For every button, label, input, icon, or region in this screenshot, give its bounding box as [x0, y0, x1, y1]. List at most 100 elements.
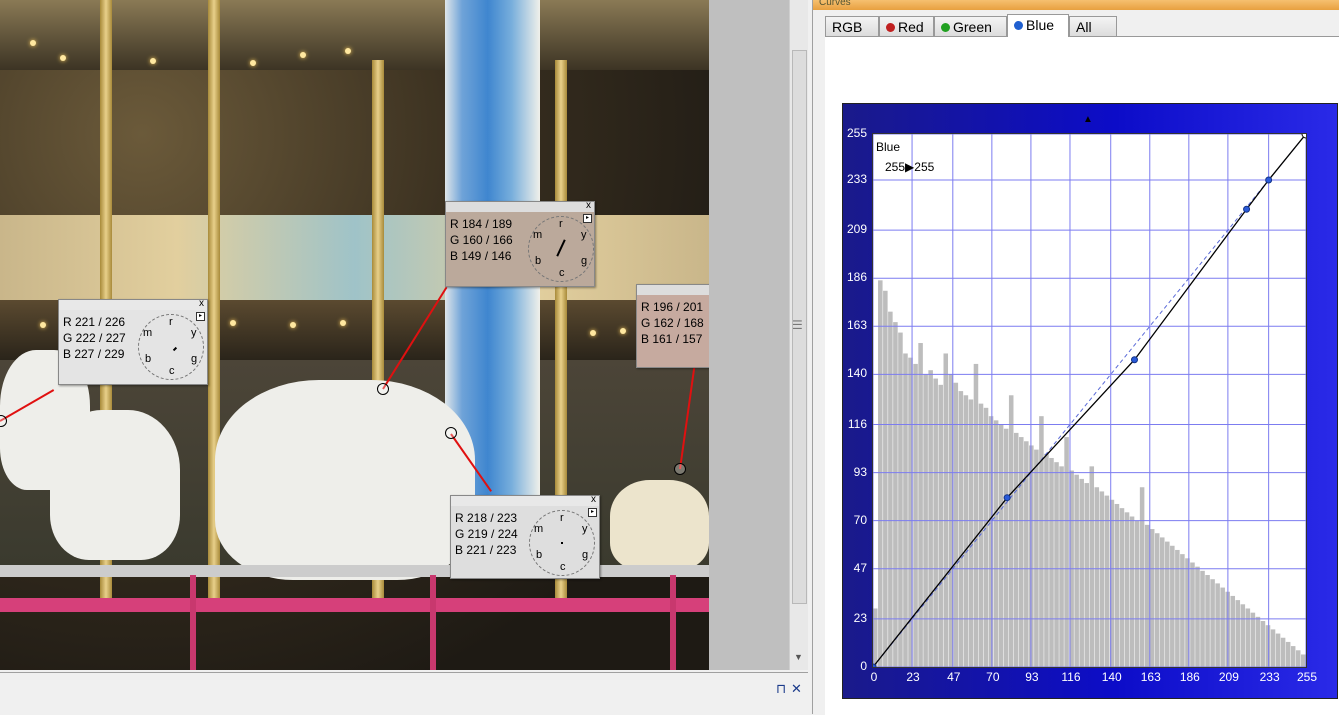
- close-icon[interactable]: x: [586, 200, 591, 212]
- image-canvas[interactable]: x ▸ R 221 / 226 G 222 / 227 B 227 / 229 …: [0, 0, 709, 670]
- color-probe-4[interactable]: x ▸ R 218 / 223 G 219 / 224 B 221 / 223 …: [450, 494, 600, 579]
- close-icon[interactable]: x: [199, 298, 204, 310]
- histogram-bar: [903, 353, 908, 667]
- histogram-bar: [983, 407, 989, 667]
- vertical-scrollbar[interactable]: ▼: [789, 0, 808, 670]
- histogram-bar: [1013, 432, 1019, 667]
- carousel-horse: [610, 480, 709, 570]
- blue-channel-icon: [1014, 21, 1023, 30]
- tab-red[interactable]: Red: [879, 16, 934, 36]
- color-probe-2[interactable]: x ▸ R 184 / 189 G 160 / 166 B 149 / 146 …: [445, 200, 595, 287]
- histogram-bar: [988, 416, 994, 667]
- color-probe-3[interactable]: x ▸ R 196 / 201 G 162 / 168 B 161 / 157 …: [636, 284, 709, 368]
- menu-icon[interactable]: ▸: [196, 312, 205, 321]
- histogram-bar: [1104, 495, 1110, 667]
- histogram-bar: [1124, 512, 1130, 667]
- tab-green[interactable]: Green: [934, 16, 1007, 36]
- y-tick-label: 70: [853, 512, 867, 527]
- histogram-bar: [963, 395, 969, 667]
- hue-dial: ry gc bm: [138, 314, 204, 380]
- curve-control-point[interactable]: [1243, 205, 1251, 213]
- menu-icon[interactable]: ▸: [588, 508, 597, 517]
- histogram-bar: [1079, 478, 1084, 667]
- red-value: R 196 / 201: [641, 300, 704, 314]
- histogram-bar: [998, 424, 1004, 667]
- histogram-bar: [913, 363, 918, 667]
- histogram-bar: [1044, 453, 1049, 667]
- scroll-down-icon[interactable]: ▼: [794, 652, 803, 662]
- histogram-bar: [1275, 633, 1281, 667]
- y-tick-label: 186: [846, 270, 867, 285]
- curve-editor[interactable]: [872, 133, 1307, 668]
- fence-post: [430, 575, 436, 670]
- blue-value: B 221 / 223: [455, 543, 517, 557]
- value-readout: 255▶255: [885, 160, 934, 174]
- histogram-bar: [1159, 537, 1165, 667]
- histogram-bar: [1149, 529, 1155, 667]
- menu-icon[interactable]: ▸: [583, 214, 592, 223]
- x-tick-label: 116: [1061, 670, 1081, 684]
- histogram-bar: [1119, 508, 1125, 667]
- probe-marker[interactable]: [674, 463, 686, 475]
- y-tick-label: 93: [853, 464, 867, 479]
- fence-rail: [0, 565, 709, 577]
- histogram-bar: [928, 370, 933, 667]
- histogram-bar: [1034, 449, 1039, 667]
- histogram-bar: [938, 384, 943, 667]
- histogram-bar: [883, 290, 888, 667]
- histogram-bar: [1039, 416, 1044, 667]
- histogram-bar: [1170, 545, 1175, 667]
- x-tick-label: 23: [906, 670, 920, 684]
- histogram-bar: [1165, 541, 1170, 667]
- histogram-bar: [1285, 641, 1291, 667]
- y-tick-label: 140: [846, 366, 867, 381]
- curve-chart[interactable]: [873, 134, 1306, 667]
- histogram-bar: [1089, 466, 1095, 667]
- green-value: G 162 / 168: [641, 316, 704, 330]
- tab-blue[interactable]: Blue: [1007, 14, 1069, 37]
- x-tick-label: 163: [1140, 670, 1161, 684]
- green-value: G 222 / 227: [63, 331, 126, 345]
- color-probe-1[interactable]: x ▸ R 221 / 226 G 222 / 227 B 227 / 229 …: [58, 298, 208, 385]
- input-marker-icon[interactable]: ▲: [1083, 114, 1093, 125]
- probe-marker[interactable]: [377, 383, 389, 395]
- histogram-bar: [1003, 428, 1009, 667]
- histogram-bar: [1054, 462, 1059, 667]
- y-tick-label: 23: [853, 610, 867, 625]
- histogram-bar: [1084, 483, 1089, 667]
- x-tick-label: 93: [1025, 670, 1039, 684]
- blue-value: B 149 / 146: [450, 249, 512, 263]
- curve-control-point[interactable]: [1265, 176, 1273, 184]
- histogram-bar: [1074, 474, 1079, 667]
- close-icon[interactable]: x: [591, 494, 596, 506]
- y-tick-label: 116: [847, 416, 867, 431]
- curve-control-point[interactable]: [1130, 356, 1138, 364]
- histogram-bar: [1295, 650, 1301, 667]
- blue-value: B 161 / 157: [641, 332, 703, 346]
- histogram-bar: [973, 363, 979, 667]
- histogram-bar: [878, 280, 883, 667]
- histogram-bar: [1059, 466, 1064, 667]
- histogram-bar: [953, 382, 959, 667]
- splitter-grip-icon[interactable]: ☰: [792, 318, 803, 332]
- fence-rail: [0, 598, 709, 612]
- y-tick-label: 163: [846, 318, 867, 333]
- histogram-bar: [1245, 608, 1251, 667]
- histogram-bar: [1240, 604, 1246, 667]
- carousel-horse: [50, 410, 180, 560]
- histogram-bar: [1144, 524, 1150, 667]
- x-tick-label: 140: [1101, 670, 1122, 684]
- probe-marker[interactable]: [445, 427, 457, 439]
- histogram-bar: [1205, 575, 1210, 667]
- x-tick-label: 47: [947, 670, 961, 684]
- histogram-bar: [1280, 637, 1286, 667]
- tab-rgb[interactable]: RGB: [825, 16, 879, 36]
- histogram-bar: [1215, 583, 1220, 667]
- x-tick-label: 70: [986, 670, 1000, 684]
- curve-control-point[interactable]: [1003, 494, 1011, 502]
- x-tick-label: 209: [1218, 670, 1239, 684]
- tab-all[interactable]: All: [1069, 16, 1117, 36]
- close-icon[interactable]: ✕: [791, 681, 802, 697]
- pin-icon[interactable]: ⊓: [776, 681, 786, 697]
- histogram-bar: [1064, 437, 1069, 667]
